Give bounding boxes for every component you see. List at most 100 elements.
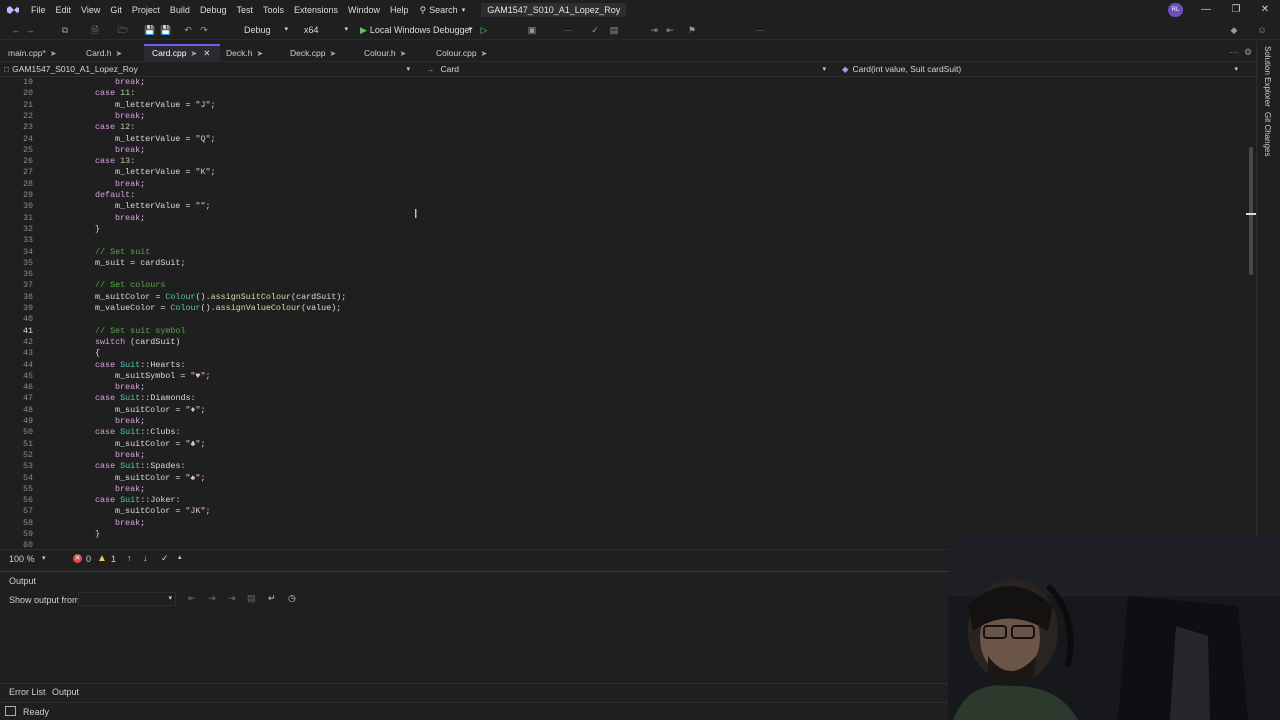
chevron-up-icon[interactable]: ▴: [178, 553, 182, 561]
more-icon[interactable]: ⋯: [562, 23, 574, 37]
show-output-label: Show output from:: [9, 595, 83, 605]
close-window-button[interactable]: ✕: [1250, 0, 1280, 20]
comment-icon[interactable]: ▤: [608, 23, 620, 37]
menu-build[interactable]: Build: [165, 0, 195, 20]
code-line-21: m_letterValue = "J";: [115, 99, 216, 110]
brush-icon[interactable]: ✓: [161, 553, 169, 564]
code-line-38: m_suitColor = Colour().assignSuitColour(…: [95, 291, 347, 302]
warning-count[interactable]: 1: [111, 554, 116, 564]
new-project-icon[interactable]: ⧉: [58, 23, 72, 37]
line-number: 28: [22, 178, 33, 189]
scope-dropdown[interactable]: → Card ▾: [426, 62, 830, 77]
close-tab-icon[interactable]: ✕: [203, 48, 210, 58]
outdent-icon[interactable]: ⇤: [664, 23, 676, 37]
menu-edit[interactable]: Edit: [51, 0, 77, 20]
save-icon[interactable]: 💾: [144, 23, 156, 37]
code-line-46: break;: [115, 382, 146, 393]
word-wrap-icon[interactable]: ↵: [268, 593, 276, 604]
output-panel-title: Output: [9, 576, 37, 586]
tab-deck-cpp[interactable]: Deck.cpp ➤: [282, 44, 356, 62]
pin-icon[interactable]: ➤: [256, 49, 263, 58]
project-dropdown[interactable]: □ GAM1547_S010_A1_Lopez_Roy ▾: [4, 62, 414, 77]
pin-icon[interactable]: ➤: [50, 49, 57, 58]
pin-icon[interactable]: ➤: [481, 49, 488, 58]
next-message-icon[interactable]: ⇥: [228, 593, 236, 604]
member-dropdown[interactable]: ◆ Card(int value, Suit cardSuit) ▾: [842, 62, 1242, 77]
code-line-45: m_suitSymbol = "♥";: [115, 370, 211, 381]
tab-card-cpp[interactable]: Card.cpp ➤ ✕: [144, 44, 220, 62]
menu-file[interactable]: File: [26, 0, 51, 20]
pin-icon[interactable]: ➤: [191, 49, 198, 58]
line-number: 31: [22, 212, 33, 223]
tab-output[interactable]: Output: [52, 687, 79, 697]
back-icon[interactable]: ←: [10, 23, 22, 37]
browse-icon[interactable]: ▣: [526, 23, 538, 37]
clear-all-icon[interactable]: ▤: [247, 593, 256, 604]
overflow-icon[interactable]: ⋯: [754, 23, 766, 37]
tab-overflow-icon[interactable]: ⋯: [1228, 45, 1240, 59]
search-button[interactable]: ⚲ Search ▾: [414, 5, 472, 16]
tab-main-cpp[interactable]: main.cpp* ➤: [0, 44, 72, 62]
solution-explorer-tab[interactable]: Solution Explorer: [1263, 46, 1272, 107]
clock-icon[interactable]: ◷: [288, 593, 296, 604]
zoom-level[interactable]: 100 %: [9, 554, 35, 564]
live-share-icon[interactable]: ◆: [1228, 23, 1240, 37]
spell-check-icon[interactable]: ✓: [588, 23, 602, 37]
redo-icon[interactable]: ↷: [198, 23, 210, 37]
menu-git[interactable]: Git: [105, 0, 127, 20]
navigation-bar: □ GAM1547_S010_A1_Lopez_Roy ▾ → Card ▾ ◆ Card…: [0, 62, 1256, 77]
menu-extensions[interactable]: Extensions: [289, 0, 343, 20]
start-debugging-button[interactable]: ▶ Local Windows Debugger ▾: [356, 23, 474, 37]
bookmark-icon[interactable]: ⚑: [686, 23, 698, 37]
platform-select[interactable]: x64 ▾: [300, 23, 350, 37]
arrow-up-icon[interactable]: ↑: [127, 553, 132, 563]
line-number: 27: [22, 167, 33, 178]
code-line-27: m_letterValue = "K";: [115, 167, 216, 178]
indent-icon[interactable]: ⇥: [648, 23, 660, 37]
tab-deck-h[interactable]: Deck.h ➤: [218, 44, 280, 62]
configuration-select[interactable]: Debug ▾: [240, 23, 290, 37]
minimize-button[interactable]: —: [1191, 0, 1221, 20]
feedback-icon[interactable]: ☺: [1256, 23, 1268, 37]
menu-project[interactable]: Project: [127, 0, 165, 20]
open-folder-icon[interactable]: 🗁: [116, 23, 130, 37]
line-number: 47: [22, 393, 33, 404]
output-window-icon[interactable]: [5, 706, 16, 716]
pin-icon[interactable]: ➤: [400, 49, 407, 58]
scrollbar-thumb[interactable]: [1249, 147, 1253, 275]
avatar[interactable]: RL: [1168, 3, 1183, 17]
arrow-down-icon[interactable]: ↓: [143, 553, 148, 563]
tab-error-list[interactable]: Error List: [9, 687, 46, 697]
undo-icon[interactable]: ↶: [182, 23, 194, 37]
restore-button[interactable]: ❐: [1221, 0, 1251, 20]
start-without-debugging-icon[interactable]: ▷: [478, 23, 490, 37]
tab-colour-cpp[interactable]: Colour.cpp ➤: [428, 44, 510, 62]
line-number: 30: [22, 201, 33, 212]
prev-message-icon[interactable]: ⇥: [208, 593, 216, 604]
tab-label: Deck.h: [226, 48, 253, 58]
chevron-down-icon[interactable]: ▾: [42, 554, 46, 562]
status-text: Ready: [23, 707, 50, 717]
code-editor[interactable]: break; case 11: m_letterValue = "J"; bre…: [40, 77, 1245, 549]
open-file-icon[interactable]: 🗎: [88, 23, 102, 37]
forward-icon[interactable]: →: [24, 23, 36, 37]
line-number: 25: [22, 144, 33, 155]
vertical-scrollbar[interactable]: [1245, 77, 1256, 549]
pin-icon[interactable]: ➤: [329, 49, 336, 58]
pin-icon[interactable]: ➤: [116, 49, 123, 58]
menu-debug[interactable]: Debug: [195, 0, 232, 20]
git-changes-tab[interactable]: Git Changes: [1263, 112, 1272, 156]
tab-card-h[interactable]: Card.h ➤: [78, 44, 140, 62]
settings-gear-icon[interactable]: ⚙: [1242, 45, 1254, 59]
output-source-select[interactable]: ▾: [78, 592, 176, 606]
menu-tools[interactable]: Tools: [258, 0, 289, 20]
error-count[interactable]: 0: [86, 554, 91, 564]
menu-help[interactable]: Help: [385, 0, 414, 20]
tab-colour-h[interactable]: Colour.h ➤: [356, 44, 426, 62]
menu-window[interactable]: Window: [343, 0, 385, 20]
save-all-icon[interactable]: 💾: [160, 23, 172, 37]
find-message-icon[interactable]: ⇤: [188, 593, 196, 604]
menu-view[interactable]: View: [76, 0, 105, 20]
menu-test[interactable]: Test: [231, 0, 258, 20]
code-line-31: break;: [115, 212, 146, 223]
